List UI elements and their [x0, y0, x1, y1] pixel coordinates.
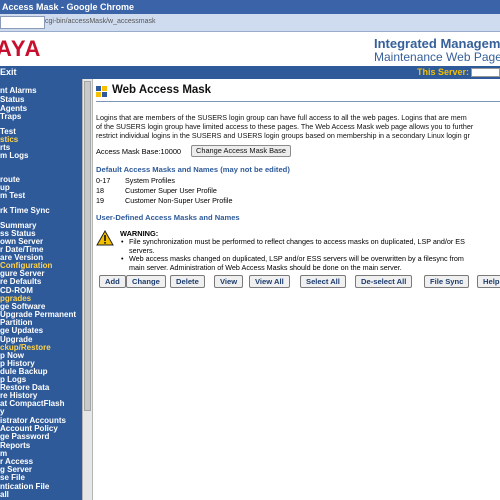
- warning-line: main server. Administration of Web Acces…: [129, 262, 402, 272]
- scrollbar-thumb[interactable]: [84, 81, 91, 411]
- sidebar-item[interactable]: ge Updates: [0, 327, 43, 335]
- window-title: Access Mask - Google Chrome: [2, 2, 135, 12]
- mask-name: Customer Non-Super User Profile: [125, 196, 233, 205]
- bullet-icon: •: [121, 237, 124, 246]
- change-button[interactable]: Change: [126, 275, 166, 288]
- sidebar-item[interactable]: rk Time Sync: [0, 207, 50, 215]
- intro-line: restrict individual logins in the SUSERS…: [96, 131, 470, 140]
- browser-toolbar: cgi-bin/accessMask/w_accessmask: [0, 14, 500, 32]
- sidebar-item[interactable]: y: [0, 408, 4, 416]
- header-banner: AYA Integrated Managem Maintenance Web P…: [0, 32, 500, 66]
- exit-link[interactable]: Exit: [0, 67, 17, 77]
- intro-paragraph: Logins that are members of the SUSERS lo…: [96, 113, 500, 140]
- delete-button[interactable]: Delete: [170, 275, 205, 288]
- mask-range: 0-17: [96, 176, 111, 185]
- mask-name: Customer Super User Profile: [125, 186, 217, 195]
- sidebar-nav: nt Alarms Status Agents Traps Test stics rts m …: [0, 79, 82, 500]
- page-title: Web Access Mask: [112, 84, 212, 96]
- view-button[interactable]: View: [214, 275, 244, 288]
- sidebar-scrollbar[interactable]: [82, 79, 93, 500]
- warning-list: • File synchronization must be performed …: [121, 237, 465, 272]
- change-access-mask-base-button[interactable]: Change Access Mask Base: [191, 145, 291, 157]
- select-all-button[interactable]: Select All: [300, 275, 346, 288]
- intro-line: of the SUSERS login group have limited a…: [96, 122, 474, 131]
- intro-line: Logins that are members of the SUSERS lo…: [96, 113, 467, 122]
- sidebar-item[interactable]: at CompactFlash: [0, 400, 64, 408]
- sidebar-item[interactable]: Traps: [0, 113, 21, 121]
- access-mask-base-label: Access Mask Base:10000: [96, 147, 182, 156]
- page-icon: [96, 86, 107, 97]
- address-url[interactable]: cgi-bin/accessMask/w_accessmask: [45, 18, 155, 25]
- view-all-button[interactable]: View All: [249, 275, 290, 288]
- mask-range: 18: [96, 186, 104, 195]
- top-nav-strip: Exit This Server:: [0, 66, 500, 79]
- sidebar-item[interactable]: m Test: [0, 192, 25, 200]
- sidebar-item[interactable]: nt Alarms: [0, 87, 37, 95]
- this-server-label: This Server:: [417, 67, 470, 77]
- sidebar-item[interactable]: Status: [0, 96, 24, 104]
- add-button[interactable]: Add: [99, 275, 126, 288]
- browser-title-bar: Access Mask - Google Chrome: [0, 0, 500, 14]
- sidebar-item[interactable]: se File: [0, 474, 25, 482]
- user-masks-heading: User-Defined Access Masks and Names: [96, 213, 240, 222]
- deselect-all-button[interactable]: De-select All: [355, 275, 413, 288]
- server-field: [471, 68, 500, 77]
- address-field[interactable]: [0, 16, 45, 29]
- file-sync-button[interactable]: File Sync: [424, 275, 470, 288]
- product-subtitle: Maintenance Web Page: [374, 50, 500, 64]
- avaya-logo: AYA: [0, 36, 42, 61]
- mask-name: System Profiles: [125, 176, 175, 185]
- sidebar-item[interactable]: m Logs: [0, 152, 28, 160]
- title-divider: [96, 101, 500, 102]
- main-content: Web Access Mask Logins that are members …: [93, 79, 500, 500]
- product-title: Integrated Managem: [374, 36, 500, 51]
- help-button[interactable]: Help: [477, 275, 500, 288]
- bullet-icon: •: [121, 254, 124, 263]
- default-masks-heading: Default Access Masks and Names (may not …: [96, 165, 290, 174]
- sidebar-item[interactable]: re Defaults: [0, 278, 41, 286]
- sidebar-item[interactable]: all: [0, 491, 9, 499]
- warning-line: • File synchronization must be performed …: [121, 237, 465, 246]
- mask-range: 19: [96, 196, 104, 205]
- warning-icon: [96, 230, 114, 246]
- sidebar-item[interactable]: ge Password: [0, 433, 49, 441]
